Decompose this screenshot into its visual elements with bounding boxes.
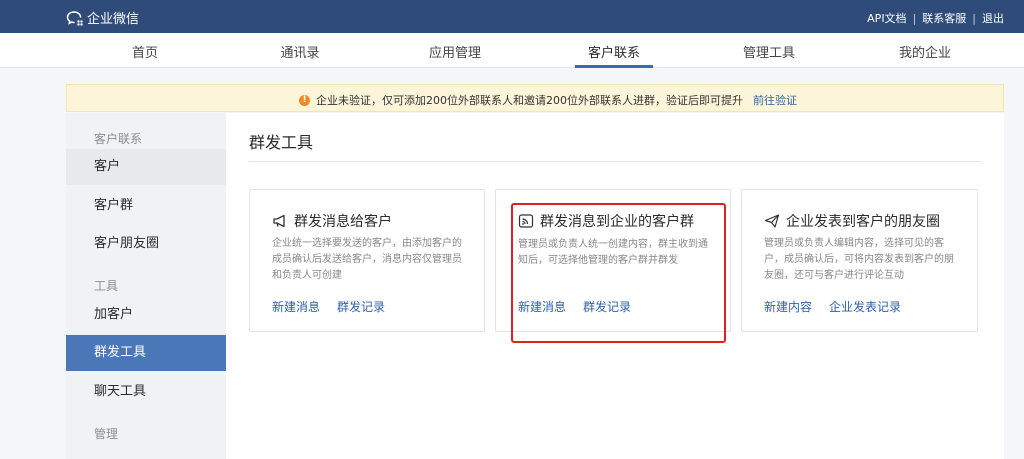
paper-plane-icon bbox=[764, 214, 780, 228]
new-message-link[interactable]: 新建消息 bbox=[518, 298, 566, 315]
api-docs-link[interactable]: API文档 bbox=[867, 10, 906, 26]
notice-text: 企业未验证，仅可添加200位外部联系人和邀请200位外部联系人进群，验证后即可提… bbox=[316, 94, 743, 107]
top-bar: 企业微信 API文档 | 联系客服 | 退出 bbox=[0, 0, 1024, 33]
sidebar-item-customers[interactable]: 客户 bbox=[66, 149, 226, 185]
card-description: 管理员或负责人统一创建内容，群主收到通知后，可选择他管理的客户群并群发 bbox=[518, 239, 708, 266]
logo[interactable]: 企业微信 bbox=[66, 8, 139, 27]
wecom-logo-icon bbox=[66, 10, 83, 26]
nav-home[interactable]: 首页 bbox=[100, 42, 190, 61]
sidebar-item-mass-messaging[interactable]: 群发工具 bbox=[66, 335, 226, 371]
scrollbar[interactable] bbox=[1008, 113, 1024, 459]
card-description: 管理员或负责人编辑内容，选择可见的客户，成员确认后，可将内容发表到客户的朋友圈，… bbox=[764, 238, 954, 281]
new-content-link[interactable]: 新建内容 bbox=[764, 298, 812, 315]
card-post-to-moments: 企业发表到客户的朋友圈 管理员或负责人编辑内容，选择可见的客户，成员确认后，可将… bbox=[741, 189, 978, 332]
logo-text: 企业微信 bbox=[87, 12, 140, 27]
main-content: 群发工具 群发消息给客户 企业统一选择要发送的客户，由添加客户的成员确认后发送给… bbox=[226, 113, 1004, 459]
separator: | bbox=[912, 11, 917, 25]
logout-link[interactable]: 退出 bbox=[982, 10, 1004, 26]
card-description: 企业统一选择要发送的客户，由添加客户的成员确认后发送给客户，消息内容仅管理员和负… bbox=[272, 238, 462, 281]
card-title: 群发消息给客户 bbox=[294, 214, 392, 230]
card-title: 群发消息到企业的客户群 bbox=[540, 214, 694, 230]
nav-app-management[interactable]: 应用管理 bbox=[410, 42, 500, 61]
new-message-link[interactable]: 新建消息 bbox=[272, 298, 320, 315]
nav-active-indicator bbox=[575, 65, 653, 68]
sidebar: 客户联系 客户 客户群 客户朋友圈 工具 加客户 群发工具 聊天工具 管理 bbox=[66, 113, 226, 459]
nav-my-enterprise[interactable]: 我的企业 bbox=[880, 42, 970, 61]
sidebar-group-tools: 工具 bbox=[94, 279, 119, 293]
nav-management-tools[interactable]: 管理工具 bbox=[724, 42, 814, 61]
card-mass-message-groups: 群发消息到企业的客户群 管理员或负责人统一创建内容，群主收到通知后，可选择他管理… bbox=[495, 189, 731, 332]
separator: | bbox=[972, 11, 976, 25]
sidebar-group-management: 管理 bbox=[94, 427, 119, 441]
verify-link[interactable]: 前往验证 bbox=[753, 92, 797, 108]
megaphone-icon bbox=[273, 214, 285, 228]
card-mass-message-customers: 群发消息给客户 企业统一选择要发送的客户，由添加客户的成员确认后发送给客户，消息… bbox=[249, 189, 485, 332]
nav-customer-contact[interactable]: 客户联系 bbox=[569, 42, 659, 61]
page-title: 群发工具 bbox=[249, 133, 314, 152]
verification-notice: ! 企业未验证，仅可添加200位外部联系人和邀请200位外部联系人进群，验证后即… bbox=[66, 84, 1004, 112]
top-links: API文档 | 联系客服 | 退出 bbox=[867, 10, 1004, 26]
sidebar-item-add-customer[interactable]: 加客户 bbox=[66, 297, 226, 333]
divider bbox=[249, 161, 982, 162]
sidebar-item-customer-moments[interactable]: 客户朋友圈 bbox=[66, 226, 226, 262]
contact-support-link[interactable]: 联系客服 bbox=[922, 10, 966, 26]
broadcast-icon bbox=[518, 214, 534, 228]
send-history-link[interactable]: 群发记录 bbox=[583, 298, 631, 315]
nav-contacts[interactable]: 通讯录 bbox=[255, 42, 345, 61]
sidebar-group-customer-contact: 客户联系 bbox=[94, 132, 143, 146]
sidebar-item-customer-groups[interactable]: 客户群 bbox=[66, 188, 226, 224]
main-nav: 首页 通讯录 应用管理 客户联系 管理工具 我的企业 bbox=[0, 33, 1024, 68]
card-title: 企业发表到客户的朋友圈 bbox=[786, 214, 940, 230]
warning-icon: ! bbox=[299, 94, 310, 106]
enterprise-post-history-link[interactable]: 企业发表记录 bbox=[829, 298, 901, 315]
send-history-link[interactable]: 群发记录 bbox=[337, 298, 385, 315]
sidebar-item-chat-tools[interactable]: 聊天工具 bbox=[66, 374, 226, 410]
